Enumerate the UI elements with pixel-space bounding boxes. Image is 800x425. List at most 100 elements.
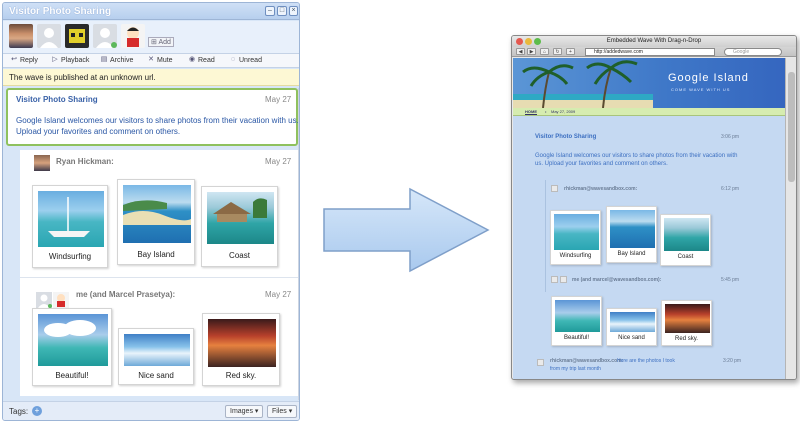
add-participant-button[interactable]: ⊞ Add — [148, 37, 174, 47]
embedded-blip-text: Google Island welcomes our visitors to s… — [535, 153, 738, 159]
photo-card[interactable]: Bay Island — [117, 179, 195, 265]
clouds-icon — [44, 320, 96, 337]
photo-card[interactable]: Windsurfing — [32, 185, 108, 268]
publish-notice: The wave is published at an unknown url. — [3, 69, 299, 86]
wave-scrollbar[interactable] — [298, 88, 299, 400]
avatar[interactable] — [551, 276, 558, 283]
character-avatar-icon — [127, 27, 139, 47]
embedded-reply-text: Here are the photos I took — [617, 358, 675, 364]
photo-caption: Red sky. — [675, 336, 698, 342]
avatar[interactable] — [560, 276, 567, 283]
photo-card[interactable]: Nice sand — [606, 308, 657, 346]
reply-date: May 27 — [265, 290, 292, 299]
back-icon[interactable]: ◀ — [516, 48, 525, 55]
photo-card[interactable]: Coast — [660, 214, 711, 266]
photo-thumbnail — [664, 218, 709, 251]
island-icon — [123, 200, 191, 225]
minimize-icon[interactable]: – — [265, 6, 275, 16]
reply-icon: ↩ — [11, 56, 17, 63]
files-button[interactable]: Files ▾ — [267, 405, 298, 418]
close-icon[interactable] — [516, 38, 523, 45]
site-subtitle: COME WAVE WITH US — [671, 87, 731, 92]
browser-window: Embedded Wave With Drag-n-Drop ◀ ▶ ⌂ ↻ +… — [511, 35, 797, 380]
url-text: http://addedwave.com — [594, 49, 643, 55]
home-icon[interactable]: ⌂ — [540, 48, 549, 55]
avatar[interactable] — [93, 24, 117, 48]
add-tag-icon[interactable]: + — [32, 406, 42, 416]
avatar[interactable] — [121, 24, 145, 48]
photo-caption: Beautiful! — [55, 371, 89, 380]
nav-separator: • — [545, 109, 547, 114]
photo-card[interactable]: Red sky. — [661, 300, 712, 346]
sailboat-icon — [48, 197, 90, 237]
playback-icon: ▷ — [52, 56, 58, 63]
photo-thumbnail — [123, 185, 191, 243]
avatar[interactable] — [36, 292, 52, 308]
playback-label: Playback — [61, 56, 90, 64]
photo-caption: Nice sand — [138, 371, 174, 380]
photo-card[interactable]: Beautiful! — [551, 296, 602, 346]
wave-toolbar: ↩ Reply ▷ Playback ▤ Archive ✕ Mute ◉ Read ◌ U… — [3, 53, 299, 68]
photo-caption: Coast — [229, 251, 250, 260]
avatar[interactable] — [65, 24, 89, 48]
bookmark-icon[interactable]: + — [566, 48, 575, 55]
forward-icon[interactable]: ▶ — [527, 48, 536, 55]
photo-card[interactable]: Nice sand — [118, 328, 194, 385]
url-field[interactable]: http://addedwave.com — [585, 48, 715, 56]
avatar[interactable] — [537, 359, 544, 366]
web-page: Google Island COME WAVE WITH US HOME • M… — [513, 58, 785, 379]
archive-icon: ▤ — [100, 56, 108, 63]
images-button[interactable]: Images ▾ — [225, 405, 264, 418]
site-banner: Google Island COME WAVE WITH US — [513, 58, 785, 108]
archive-label: Archive — [110, 56, 134, 64]
photo-card[interactable]: Coast — [201, 186, 278, 267]
maximize-icon[interactable] — [534, 38, 541, 45]
avatar[interactable] — [551, 185, 558, 192]
reload-icon[interactable]: ↻ — [553, 48, 562, 55]
embedded-blip-text: us. Upload your favorites and comment on… — [535, 161, 668, 167]
person-icon — [40, 28, 58, 48]
blip-date: May 27 — [265, 95, 292, 104]
maximize-icon[interactable]: □ — [277, 6, 287, 16]
photo-card[interactable]: Bay Island — [606, 206, 657, 263]
avatar[interactable] — [53, 292, 69, 308]
photo-card[interactable]: Windsurfing — [550, 210, 601, 265]
scroll-thumb[interactable] — [788, 72, 795, 182]
playback-button[interactable]: ▷ Playback — [51, 56, 89, 64]
photo-thumbnail — [207, 192, 274, 244]
root-blip[interactable]: Visitor Photo Sharing May 27 Google Isla… — [6, 88, 299, 146]
photo-thumbnail — [610, 210, 655, 248]
character-avatar-icon — [57, 294, 65, 307]
archive-button[interactable]: ▤ Archive — [100, 56, 134, 64]
minimize-icon[interactable] — [525, 38, 532, 45]
mute-button[interactable]: ✕ Mute — [147, 56, 173, 64]
close-icon[interactable]: × — [289, 6, 298, 16]
photo-thumbnail — [610, 312, 655, 332]
blip-title: Visitor Photo Sharing — [16, 95, 98, 104]
blip-text: Upload your favorites and comment on oth… — [16, 127, 181, 136]
photo-caption: Windsurfing — [48, 252, 92, 261]
avatar[interactable] — [9, 24, 33, 48]
photo-caption: Nice sand — [618, 335, 645, 341]
photo-card[interactable]: Beautiful! — [32, 308, 112, 386]
browser-title-bar: Embedded Wave With Drag-n-Drop — [512, 36, 796, 47]
browser-title: Embedded Wave With Drag-n-Drop — [606, 38, 702, 44]
photo-thumbnail — [38, 314, 108, 366]
reply-button[interactable]: ↩ Reply — [10, 56, 38, 64]
search-field[interactable]: Google — [724, 48, 782, 56]
photo-card[interactable]: Red sky. — [202, 313, 280, 386]
photo-thumbnail — [208, 319, 276, 367]
photo-thumbnail — [554, 214, 599, 250]
read-button[interactable]: ◉ Read — [188, 56, 215, 64]
blip-text: Google Island welcomes our visitors to s… — [16, 116, 299, 125]
browser-scrollbar[interactable] — [785, 58, 796, 379]
wave-title: Visitor Photo Sharing — [9, 6, 112, 17]
unread-label: Unread — [239, 56, 262, 64]
nav-home-link[interactable]: HOME — [525, 109, 537, 114]
unread-button[interactable]: ◌ Unread — [229, 56, 262, 64]
site-nav: HOME • May 27, 2009 — [513, 108, 785, 116]
avatar[interactable] — [37, 24, 61, 48]
unread-icon: ◌ — [230, 56, 236, 63]
avatar[interactable] — [34, 155, 50, 171]
embedded-blip-time: 3:06 pm — [721, 134, 740, 140]
